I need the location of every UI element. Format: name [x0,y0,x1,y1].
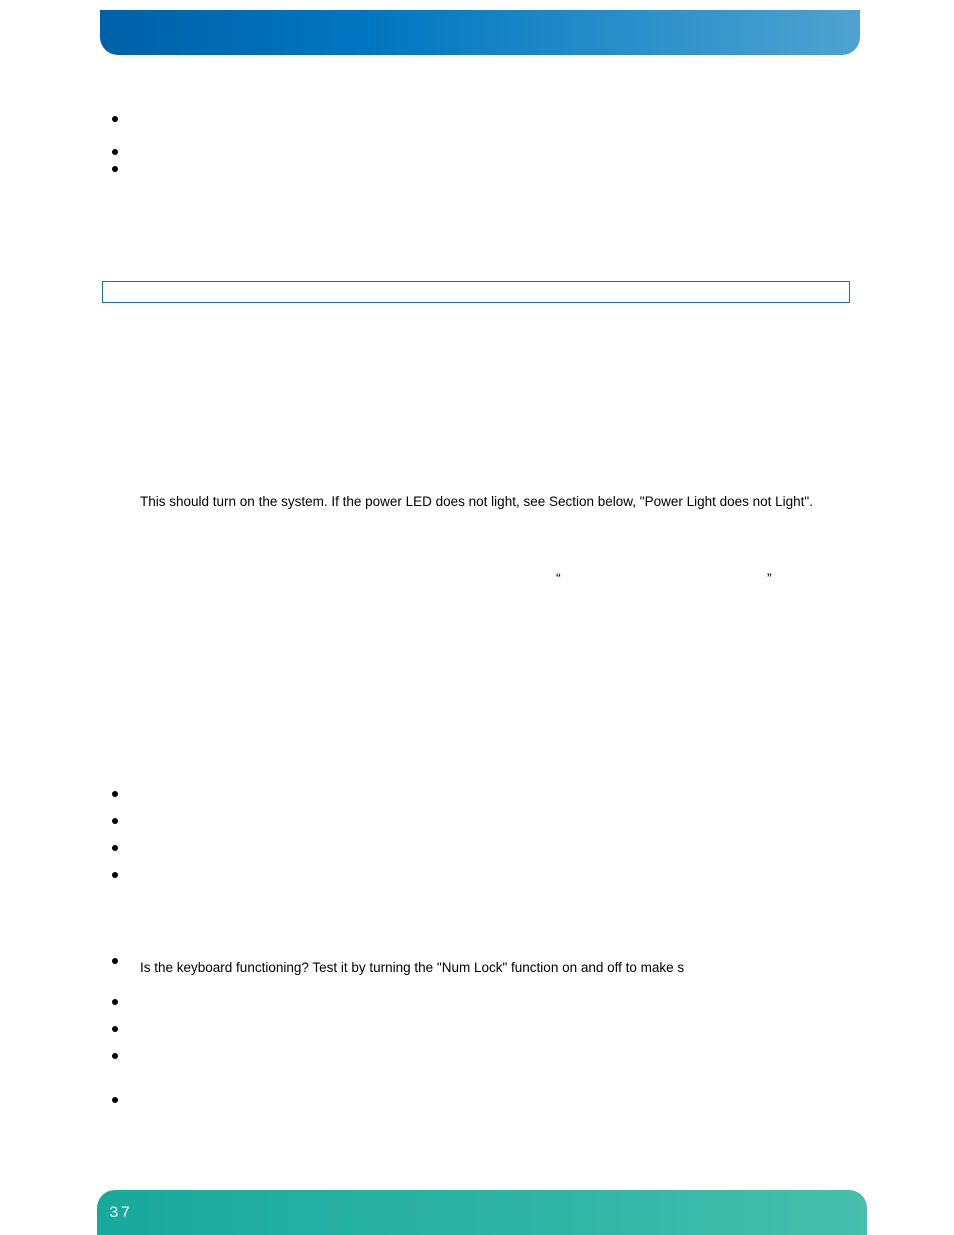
bullet-list-3 [112,999,118,1059]
bullet-icon [112,958,118,964]
bullet-list-1 [112,116,118,172]
section-box [102,281,850,303]
bullet-icon [112,1097,118,1103]
bullet-icon [112,872,118,878]
bullet-icon [112,999,118,1005]
open-quote-glyph: “ [556,570,561,586]
document-page: This should turn on the system. If the p… [0,0,954,1235]
bullet-icon [112,149,118,155]
bullet-icon [112,791,118,797]
body-paragraph-power-led: This should turn on the system. If the p… [140,494,840,509]
body-paragraph-keyboard: Is the keyboard functioning? Test it by … [140,960,820,975]
bullet-icon [112,818,118,824]
footer-banner: 37 [97,1190,867,1235]
bullet-icon [112,845,118,851]
header-banner [100,10,860,55]
bullet-icon [112,166,118,172]
close-quote-glyph: ” [767,570,772,586]
page-number: 37 [109,1204,132,1222]
bullet-icon [112,116,118,122]
bullet-icon [112,1053,118,1059]
bullet-list-3-lead [112,958,118,964]
bullet-icon [112,1026,118,1032]
bullet-list-2 [112,791,118,878]
bullet-list-3-tail [112,1097,118,1103]
